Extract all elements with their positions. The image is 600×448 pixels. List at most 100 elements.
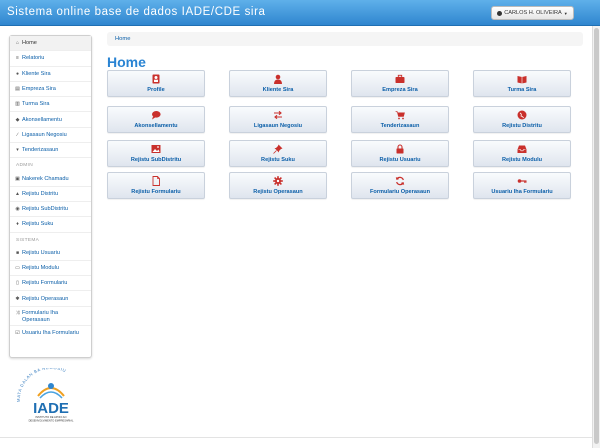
sidebar-item-label: Relatoriu	[22, 55, 45, 62]
tile-tenderizasaun[interactable]: Tenderizasaun	[351, 106, 449, 133]
tile-label: Ligasaun Negosiu	[253, 123, 303, 129]
home-icon: ⌂	[15, 40, 20, 47]
sidebar-item-label: Tenderizasaun	[22, 147, 59, 154]
tile-label: Rejistu Formulariu	[131, 189, 181, 195]
link-icon: ∕	[17, 131, 18, 138]
sidebar-item-rejistu-distritu[interactable]: ▲ Rejistu Distritu	[10, 187, 91, 202]
user-icon	[497, 10, 503, 16]
sidebar-section-sistema: SISTEMA	[16, 237, 40, 243]
file-icon	[152, 176, 160, 186]
tile-profile[interactable]: Profile	[107, 70, 205, 97]
tile-label: Akonsellamentu	[134, 123, 178, 129]
tile-formulariu-operasaun[interactable]: Formulariu Operasaun	[351, 172, 449, 199]
sidebar-item-label: Ligasaun Negosiu	[22, 131, 67, 138]
inbox-icon: ▭	[15, 265, 20, 271]
sidebar-item-formulariu-iha-operasaun[interactable]: ⤨ Formulariu Iha Operasaun	[10, 307, 91, 326]
sidebar-item-label: Kliente Sira	[22, 70, 51, 77]
check-icon: ☑	[15, 330, 20, 337]
sidebar-item-rejistu-usuariu[interactable]: ■ Rejistu Usuariu	[10, 246, 91, 261]
breadcrumb: Home	[107, 32, 583, 46]
sidebar-item-home[interactable]: ⌂ Home	[10, 36, 91, 52]
sidebar-item-turma-sira[interactable]: ▥ Turma Sira	[10, 97, 91, 113]
cog-icon: ✱	[15, 295, 20, 302]
sidebar-item-nakerek-chamadu[interactable]: ▣ Nakerek Chamadu	[10, 171, 91, 187]
sidebar-item-label: Rejistu Suku	[22, 221, 54, 228]
tile-usuariu-iha-formulariu[interactable]: Usuariu Iha Formulariu	[473, 172, 571, 199]
comment-icon	[152, 111, 161, 120]
tile-label: Profile	[147, 87, 165, 93]
book-icon: ▥	[15, 101, 20, 108]
tile-rejistu-subdistritu[interactable]: Rejistu SubDistritu	[107, 140, 205, 167]
footer-divider	[0, 437, 592, 438]
sidebar-item-label: Formulariu Iha Operasaun	[22, 309, 59, 323]
tile-label: Rejistu Distritu	[502, 123, 542, 129]
sidebar-item-label: Home	[22, 40, 37, 47]
tile-kliente-sira[interactable]: Kliente Sira	[229, 70, 327, 97]
app-title[interactable]: Sistema online base de dados IADE/CDE si…	[7, 6, 266, 18]
page-title: Home	[107, 54, 146, 70]
sidebar-item-ligasaun-negosiu[interactable]: ∕ Ligasaun Negosiu	[10, 128, 91, 144]
tile-rejistu-suku[interactable]: Rejistu Suku	[229, 140, 327, 167]
sidebar-item-label: Rejistu Operasaun	[22, 295, 69, 302]
sidebar-item-label: Turma Sira	[22, 101, 50, 108]
tile-label: Rejistu Suku	[261, 157, 295, 163]
lock-icon	[396, 144, 404, 154]
sidebar-item-rejistu-operasaun[interactable]: ✱ Rejistu Operasaun	[10, 291, 91, 307]
refresh-icon	[395, 176, 405, 186]
breadcrumb-home-link[interactable]: Home	[115, 36, 130, 42]
tile-ligasaun-negosiu[interactable]: Ligasaun Negosiu	[229, 106, 327, 133]
tile-label: Rejistu SubDistritu	[130, 157, 182, 163]
tile-akonsellamentu[interactable]: Akonsellamentu	[107, 106, 205, 133]
globe-icon: ◉	[15, 206, 20, 213]
map-marker-icon: ♦	[16, 221, 19, 228]
logo-caption-1: INSTITUTO DE APOIO AO	[35, 415, 66, 419]
tile-empreza-sira[interactable]: Empreza Sira	[351, 70, 449, 97]
sidebar-item-rejistu-formulariu[interactable]: ▯ Rejistu Formulariu	[10, 276, 91, 292]
pushpin-icon	[273, 144, 283, 154]
tile-rejistu-distritu[interactable]: Rejistu Distritu	[473, 106, 571, 133]
sidebar-item-empreza-sira[interactable]: ▤ Empreza Sira	[10, 82, 91, 98]
sidebar-item-tenderizasaun[interactable]: ▾ Tenderizasaun	[10, 143, 91, 159]
tile-rejistu-operasaun[interactable]: Rejistu Operasaun	[229, 172, 327, 199]
tile-rejistu-formulariu[interactable]: Rejistu Formulariu	[107, 172, 205, 199]
iade-logo: MATA DALAN BA NEGOSIU IADE INSTITUTO DE …	[14, 365, 88, 424]
tile-label: Rejistu Usuariu	[379, 157, 421, 163]
tile-label: Rejistu Modulu	[501, 157, 543, 163]
sidebar-item-rejistu-subdistritu[interactable]: ◉ Rejistu SubDistritu	[10, 202, 91, 218]
top-navbar: Sistema online base de dados IADE/CDE si…	[0, 0, 600, 26]
globe-icon	[517, 110, 527, 120]
sidebar-section-admin: ADMIN	[16, 163, 33, 169]
page-scrollbar[interactable]	[592, 26, 600, 448]
logo-text: IADE	[33, 400, 69, 417]
user-icon	[274, 74, 282, 84]
sidebar-item-label: Rejistu Usuariu	[22, 249, 60, 256]
tile-rejistu-usuariu[interactable]: Rejistu Usuariu	[351, 140, 449, 167]
tile-turma-sira[interactable]: Turma Sira	[473, 70, 571, 97]
sidebar-nav: ⌂ Home ≡ Relatoriu ● Kliente Sira ▤ Empr…	[9, 35, 92, 358]
logo-caption-2: DESENVOLVIMENTO EMPRESARIAL	[29, 419, 74, 423]
tile-label: Rejistu Operasaun	[253, 189, 303, 195]
tile-label: Tenderizasaun	[380, 123, 420, 129]
sidebar-item-usuariu-iha-formulariu[interactable]: ☑ Usuariu Iha Formulariu	[10, 326, 91, 341]
tile-label: Empreza Sira	[382, 87, 418, 93]
sidebar-item-label: Empreza Sira	[22, 86, 56, 93]
folder-icon: ▣	[15, 175, 20, 182]
iade-logo-graphic: MATA DALAN BA NEGOSIU IADE INSTITUTO DE …	[16, 365, 74, 423]
sidebar-item-relatoriu[interactable]: ≡ Relatoriu	[10, 51, 91, 67]
sidebar-item-kliente-sira[interactable]: ● Kliente Sira	[10, 67, 91, 82]
sidebar-item-rejistu-suku[interactable]: ♦ Rejistu Suku	[10, 217, 91, 233]
tile-rejistu-modulu[interactable]: Rejistu Modulu	[473, 140, 571, 167]
random-icon: ⤨	[15, 309, 20, 316]
sidebar-item-rejistu-modulu[interactable]: ▭ Rejistu Modulu	[10, 261, 91, 277]
user-icon: ●	[15, 70, 20, 77]
sidebar-item-akonsellamentu[interactable]: ◆ Akonsellamentu	[10, 112, 91, 128]
user-name: CARLOS H. OLIVEIRA	[504, 10, 562, 16]
building-icon: ▤	[15, 86, 20, 93]
sidebar-item-label: Usuariu Iha Formulariu	[22, 330, 79, 337]
file-icon: ▯	[16, 280, 19, 287]
tile-label: Kliente Sira	[262, 87, 294, 93]
user-menu-button[interactable]: CARLOS H. OLIVEIRA ▼	[491, 6, 574, 20]
scrollbar-thumb[interactable]	[594, 28, 599, 444]
sidebar-item-label: Rejistu Distritu	[22, 190, 59, 197]
caret-down-icon: ▼	[563, 10, 568, 16]
